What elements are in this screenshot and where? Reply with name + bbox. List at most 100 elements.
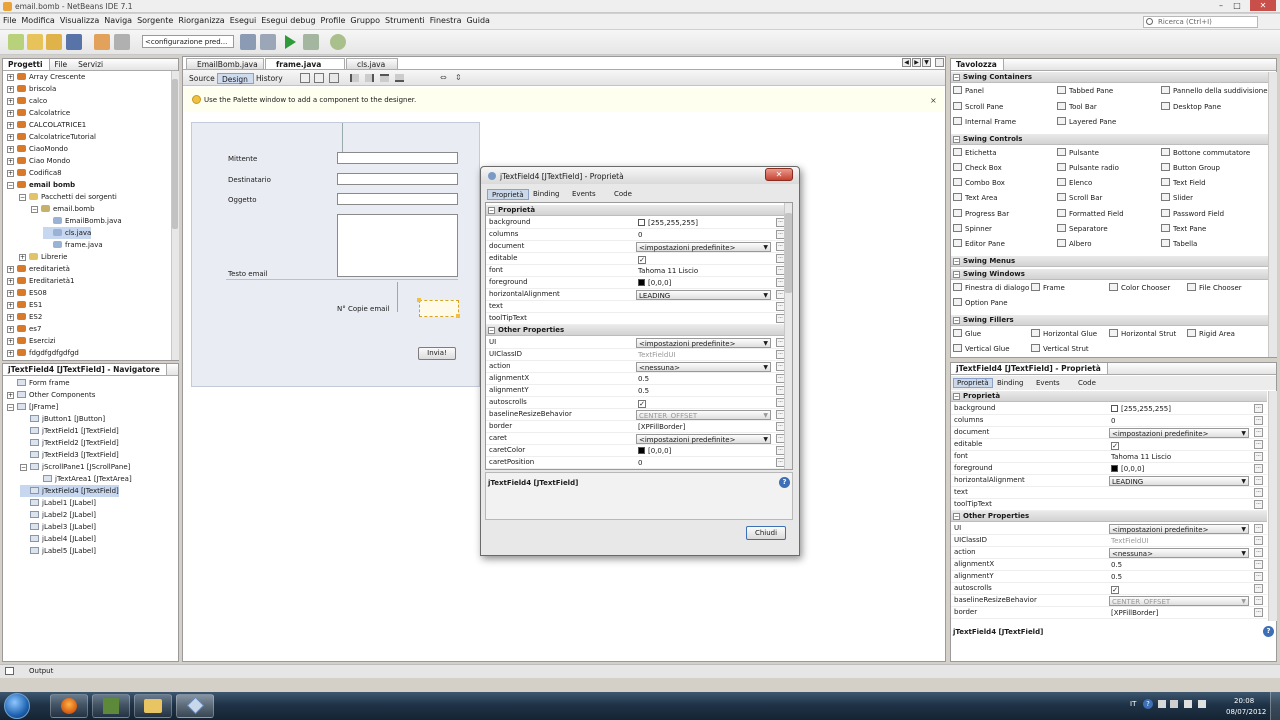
selection-mode-icon[interactable]	[300, 73, 310, 83]
expand-icon[interactable]: −	[31, 206, 38, 213]
palette-item[interactable]: Vertical Glue	[953, 343, 1010, 355]
selection-handle-br[interactable]	[456, 314, 460, 318]
project-tree-item[interactable]: + CiaoMondo	[7, 143, 68, 155]
align-left-icon[interactable]	[350, 74, 359, 82]
expand-icon[interactable]: −	[19, 194, 26, 201]
property-editor[interactable]: Tahoma 11 Liscio	[1109, 452, 1249, 462]
volume-icon[interactable]	[1198, 700, 1206, 708]
menu-esegui[interactable]: Esegui	[227, 14, 259, 25]
ellipsis-button[interactable]: ...	[1254, 452, 1263, 461]
property-section-header[interactable]: Other Properties	[486, 325, 789, 336]
ellipsis-button[interactable]: ...	[1254, 428, 1263, 437]
palette-category-menus[interactable]: Swing Menus	[951, 255, 1268, 267]
ellipsis-button[interactable]: ...	[1254, 476, 1263, 485]
textfield-oggetto[interactable]	[337, 193, 458, 205]
property-row[interactable]: font Tahoma 11 Liscio...	[486, 265, 789, 277]
preview-icon[interactable]	[329, 73, 339, 83]
tab-services[interactable]: Servizi	[73, 59, 109, 70]
palette-item[interactable]: Scroll Bar	[1057, 192, 1102, 204]
palette-item[interactable]: Albero	[1057, 238, 1092, 250]
property-section-header[interactable]: Other Properties	[951, 511, 1267, 522]
property-editor[interactable]: TextFieldUI	[1109, 536, 1249, 546]
ellipsis-button[interactable]: ...	[1254, 560, 1263, 569]
palette-item[interactable]: Button Group	[1161, 162, 1220, 174]
editor-tab-emailbomb[interactable]: EmailBomb.java	[186, 58, 264, 69]
property-editor[interactable]: [0,0,0]	[1109, 464, 1249, 474]
navigator-tree-item[interactable]: jTextArea1 [JTextArea]	[33, 473, 132, 485]
property-editor[interactable]: 0	[1109, 416, 1249, 426]
ellipsis-button[interactable]: ...	[1254, 608, 1263, 617]
palette-item[interactable]: Scroll Pane	[953, 101, 1003, 113]
navigator-tree-item[interactable]: jTextField1 [JTextField]	[20, 425, 119, 437]
palette-item[interactable]: Glue	[953, 328, 981, 340]
redo-icon[interactable]	[114, 34, 130, 50]
property-editor[interactable]: [0,0,0]	[636, 278, 771, 288]
palette-item[interactable]: Combo Box	[953, 177, 1005, 189]
palette-category-fillers[interactable]: Swing Fillers	[951, 314, 1268, 326]
property-editor[interactable]: 0	[636, 458, 771, 468]
dialog-tab-binding[interactable]: Binding	[533, 190, 559, 198]
property-editor[interactable]: <nessuna> ▼	[636, 362, 771, 372]
expand-icon[interactable]: +	[7, 146, 14, 153]
property-editor[interactable]: 0.5	[1109, 560, 1249, 570]
pp-tab-proprieta[interactable]: Proprietà	[953, 378, 993, 388]
button-invia[interactable]: Invia!	[418, 347, 456, 360]
menu-file[interactable]: File	[0, 14, 18, 25]
project-tree-item[interactable]: − email.bomb	[31, 203, 95, 215]
palette-item[interactable]: Rigid Area	[1187, 328, 1235, 340]
project-tree-item[interactable]: + ES08	[7, 287, 47, 299]
ellipsis-button[interactable]: ...	[1254, 536, 1263, 545]
menu-sorgente[interactable]: Sorgente	[134, 14, 175, 25]
property-editor[interactable]: <impostazioni predefinite> ▼	[636, 434, 771, 444]
profile-icon[interactable]	[330, 34, 346, 50]
configuration-combo[interactable]: <configurazione pred...	[142, 35, 234, 48]
property-row[interactable]: alignmentX 0.5...	[486, 373, 789, 385]
properties-help-icon[interactable]: ?	[1263, 626, 1274, 637]
palette-scrollbar[interactable]	[1268, 72, 1277, 357]
expand-icon[interactable]: +	[7, 74, 14, 81]
property-row[interactable]: caretColor [0,0,0]...	[486, 445, 789, 457]
palette-item[interactable]: Pulsante	[1057, 147, 1099, 159]
navigator-tree-item[interactable]: − [JFrame]	[7, 401, 58, 413]
property-row[interactable]: UIClassID TextFieldUI...	[951, 535, 1267, 547]
align-center-icon[interactable]	[380, 74, 389, 82]
palette-item[interactable]: File Chooser	[1187, 282, 1242, 294]
property-section-header[interactable]: Proprietà	[951, 391, 1267, 402]
project-tree-item[interactable]: + Ereditarietà1	[7, 275, 75, 287]
property-editor[interactable]: <impostazioni predefinite> ▼	[1109, 524, 1249, 534]
property-row[interactable]: autoscrolls ✓...	[951, 583, 1267, 595]
property-checkbox[interactable]: ✓	[638, 400, 646, 408]
palette-category-controls[interactable]: Swing Controls	[951, 133, 1268, 145]
expand-icon[interactable]: +	[7, 278, 14, 285]
editor-list-icon[interactable]: ▼	[922, 58, 931, 67]
collapse-icon[interactable]: −	[953, 74, 960, 81]
property-checkbox[interactable]: ✓	[638, 256, 646, 264]
show-desktop-button[interactable]	[1270, 692, 1280, 720]
property-editor[interactable]: CENTER_OFFSET ▼	[636, 410, 771, 420]
expand-icon[interactable]: +	[7, 290, 14, 297]
menu-gruppo[interactable]: Gruppo	[347, 14, 382, 25]
expand-icon[interactable]: +	[7, 170, 14, 177]
new-file-icon[interactable]	[8, 34, 24, 50]
property-editor[interactable]: <impostazioni predefinite> ▼	[636, 338, 771, 348]
palette-item[interactable]: Pannello della suddivisione	[1161, 85, 1268, 97]
taskbar-firefox-icon[interactable]	[50, 694, 88, 718]
property-row[interactable]: caret <impostazioni predefinite> ▼...	[486, 433, 789, 445]
property-row[interactable]: foreground [0,0,0]...	[486, 277, 789, 289]
palette-item[interactable]: Tool Bar	[1057, 101, 1097, 113]
menu-riorganizza[interactable]: Riorganizza	[175, 14, 226, 25]
palette-item[interactable]: Text Field	[1161, 177, 1206, 189]
menu-profile[interactable]: Profile	[318, 14, 348, 25]
property-editor[interactable]: [XPFillBorder]	[1109, 608, 1249, 618]
property-editor[interactable]	[636, 314, 771, 324]
help-tray-icon[interactable]: ?	[1143, 699, 1153, 709]
tab-projects[interactable]: Progetti	[3, 59, 50, 70]
expand-icon[interactable]: +	[7, 266, 14, 273]
expand-icon[interactable]: +	[7, 302, 14, 309]
property-editor[interactable]: LEADING ▼	[1109, 476, 1249, 486]
palette-item[interactable]: Frame	[1031, 282, 1065, 294]
ellipsis-button[interactable]: ...	[1254, 572, 1263, 581]
navigator-tree-item[interactable]: jTextField4 [JTextField]	[20, 485, 119, 497]
property-checkbox[interactable]: ✓	[1111, 442, 1119, 450]
property-editor[interactable]: [255,255,255]	[636, 218, 771, 228]
